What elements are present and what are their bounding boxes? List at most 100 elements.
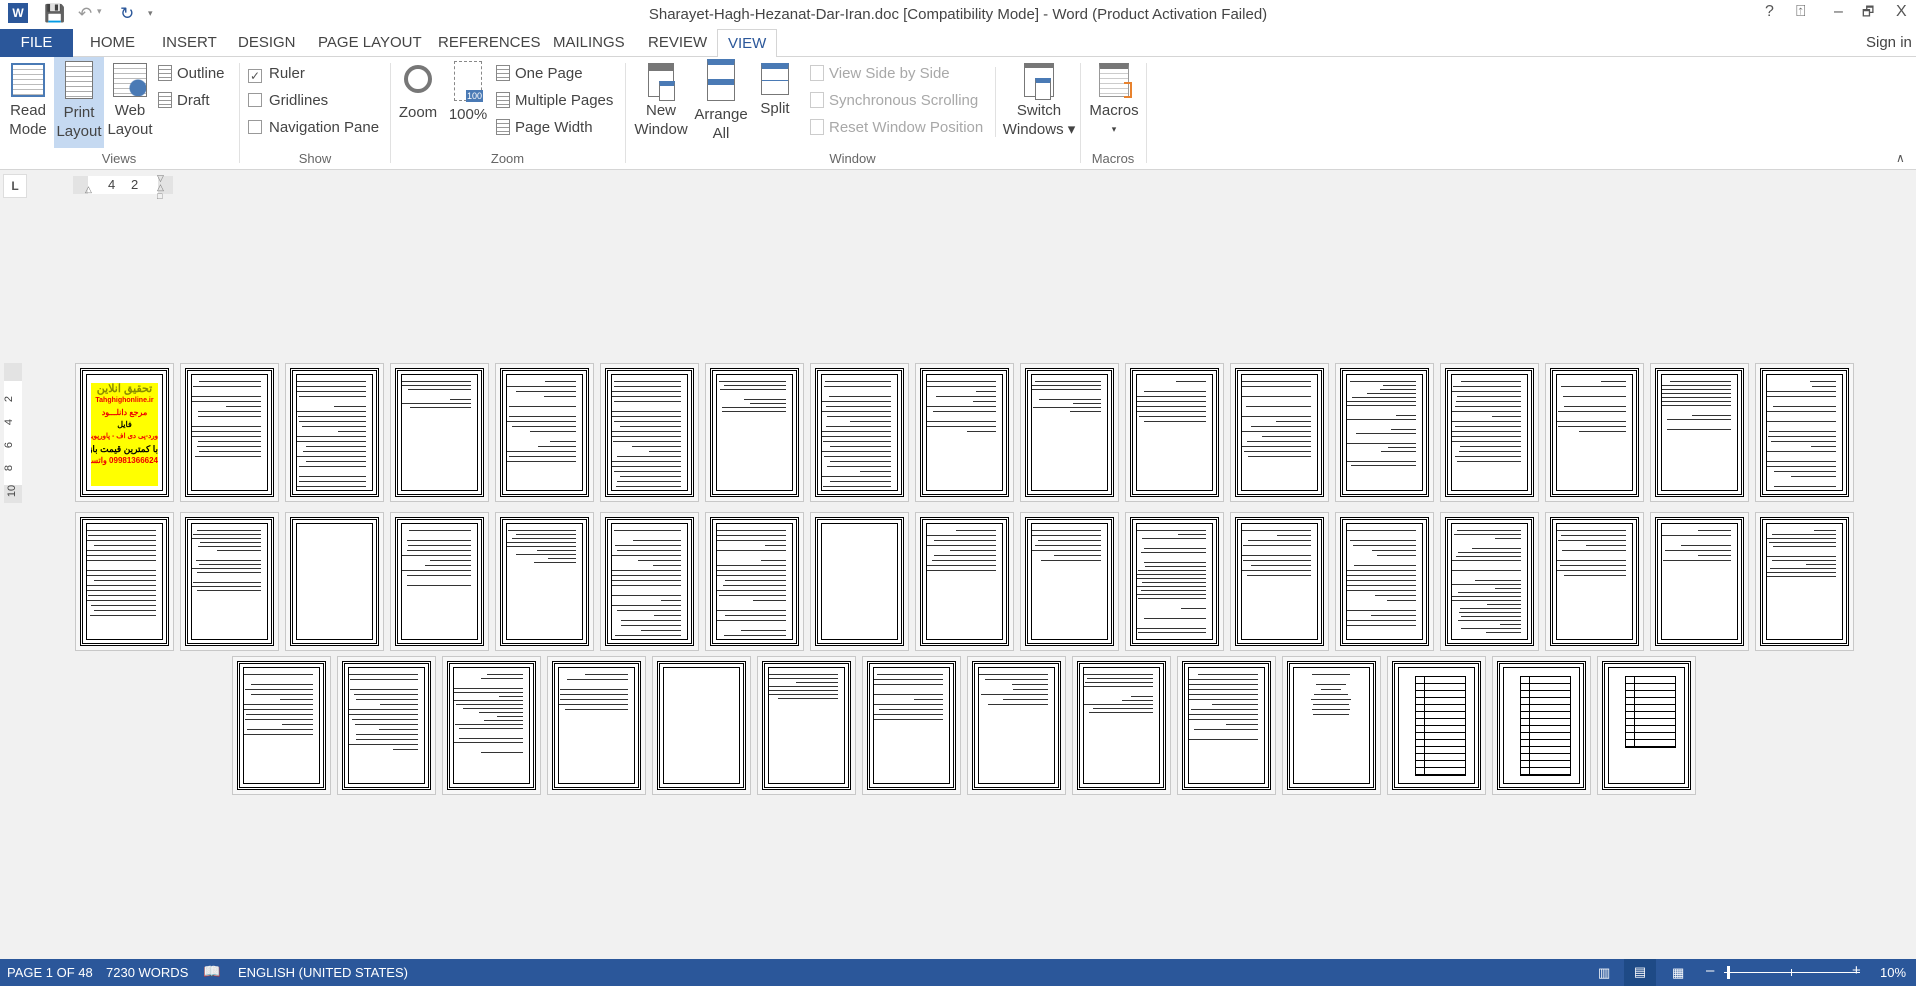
split-button[interactable]: Split	[752, 57, 798, 118]
read-mode-button[interactable]: Read Mode	[4, 57, 52, 139]
indent-marker-icon[interactable]: ▽ △ □	[157, 174, 164, 201]
page-thumbnail[interactable]	[1177, 656, 1276, 795]
page-thumbnail[interactable]	[1282, 656, 1381, 795]
page-thumbnail[interactable]	[810, 512, 909, 651]
tab-insert[interactable]: INSERT	[152, 29, 227, 57]
page-thumbnail[interactable]	[1440, 363, 1539, 502]
zoom-100-button[interactable]: 100 100%	[446, 57, 490, 124]
page-thumbnail[interactable]	[1125, 512, 1224, 651]
read-mode-view-icon[interactable]: ▥	[1598, 965, 1610, 981]
tab-selector-button[interactable]: L	[3, 174, 27, 198]
zoom-out-button[interactable]: –	[1706, 962, 1714, 979]
page-thumbnail[interactable]	[1020, 512, 1119, 651]
page-thumbnail[interactable]	[337, 656, 436, 795]
web-layout-button[interactable]: Web Layout	[106, 57, 154, 139]
navigation-pane-checkbox[interactable]: Navigation Pane	[248, 117, 379, 139]
tab-page-layout[interactable]: PAGE LAYOUT	[308, 29, 432, 57]
zoom-in-button[interactable]: +	[1852, 962, 1861, 979]
macros-button[interactable]: Macros ▾	[1084, 57, 1144, 139]
page-thumbnail[interactable]	[915, 363, 1014, 502]
new-window-button[interactable]: New Window	[630, 57, 692, 139]
vertical-ruler[interactable]: 2 4 6 8 10	[3, 363, 22, 503]
page-thumbnail[interactable]	[600, 512, 699, 651]
page-thumbnail[interactable]	[75, 512, 174, 651]
page-thumbnail[interactable]	[1230, 363, 1329, 502]
one-page-button[interactable]: One Page	[496, 63, 583, 85]
page-thumbnail[interactable]	[495, 512, 594, 651]
synchronous-scrolling-button[interactable]: Synchronous Scrolling	[810, 90, 978, 112]
page-width-button[interactable]: Page Width	[496, 117, 593, 139]
page-thumbnail[interactable]: تحقیق آنلاین Tahghighonline.ir مرجع دانلــ…	[75, 363, 174, 502]
tab-references[interactable]: REFERENCES	[428, 29, 551, 57]
outline-button[interactable]: Outline	[158, 63, 225, 85]
minimize-icon[interactable]: –	[1834, 3, 1843, 21]
page-thumbnail[interactable]	[1545, 363, 1644, 502]
page-thumbnail[interactable]	[390, 512, 489, 651]
page-thumbnail[interactable]	[1335, 363, 1434, 502]
page-thumbnail[interactable]	[810, 363, 909, 502]
page-thumbnail[interactable]	[862, 656, 961, 795]
page-thumbnail[interactable]	[1650, 512, 1749, 651]
reset-window-position-button[interactable]: Reset Window Position	[810, 117, 983, 139]
page-thumbnail[interactable]	[757, 656, 856, 795]
page-thumbnail[interactable]	[442, 656, 541, 795]
page-thumbnail[interactable]	[232, 656, 331, 795]
draft-button[interactable]: Draft	[158, 90, 210, 112]
tab-review[interactable]: REVIEW	[638, 29, 717, 57]
page-thumbnail[interactable]	[600, 363, 699, 502]
page-thumbnail[interactable]	[652, 656, 751, 795]
page-thumbnail[interactable]	[180, 512, 279, 651]
page-thumbnail[interactable]	[705, 512, 804, 651]
proofing-icon[interactable]: 📖	[203, 963, 220, 980]
sign-in-link[interactable]: Sign in	[1866, 29, 1912, 57]
page-thumbnail[interactable]	[285, 363, 384, 502]
web-layout-view-icon[interactable]: ▦	[1672, 965, 1684, 981]
page-thumbnail[interactable]	[1755, 363, 1854, 502]
page-thumbnail[interactable]	[1755, 512, 1854, 651]
page-thumbnail[interactable]	[180, 363, 279, 502]
zoom-slider[interactable]	[1724, 966, 1860, 979]
zoom-level[interactable]: 10%	[1880, 965, 1906, 980]
print-layout-view-icon[interactable]: ▤	[1624, 959, 1656, 986]
document-area[interactable]: 2 4 6 8 10 تحقیق آنلاین Tahghighonline.ir مرجع…	[0, 202, 1916, 959]
page-thumbnail[interactable]	[1387, 656, 1486, 795]
arrange-all-button[interactable]: Arrange All	[692, 57, 750, 143]
page-thumbnail[interactable]	[1072, 656, 1171, 795]
tab-file[interactable]: FILE	[0, 29, 73, 57]
switch-windows-button[interactable]: Switch Windows ▾	[1000, 57, 1078, 139]
page-thumbnail[interactable]	[547, 656, 646, 795]
tab-view[interactable]: VIEW	[717, 29, 778, 58]
word-count[interactable]: 7230 WORDS	[106, 965, 188, 980]
horizontal-ruler[interactable]: 4 2 △ ▽ △ □	[73, 174, 173, 201]
page-thumbnail[interactable]	[967, 656, 1066, 795]
close-icon[interactable]: X	[1896, 3, 1907, 21]
page-thumbnail[interactable]	[915, 512, 1014, 651]
page-thumbnail[interactable]	[1125, 363, 1224, 502]
page-thumbnail[interactable]	[1230, 512, 1329, 651]
page-thumbnail[interactable]	[1440, 512, 1539, 651]
maximize-icon[interactable]: 🗗	[1862, 3, 1874, 25]
page-thumbnail[interactable]	[1335, 512, 1434, 651]
indent-marker-icon[interactable]: △	[85, 184, 92, 195]
help-icon[interactable]: ?	[1765, 3, 1774, 21]
tab-home[interactable]: HOME	[80, 29, 145, 57]
page-thumbnail[interactable]	[390, 363, 489, 502]
page-thumbnail[interactable]	[705, 363, 804, 502]
page-thumbnail[interactable]	[1597, 656, 1696, 795]
page-thumbnail[interactable]	[285, 512, 384, 651]
zoom-button[interactable]: Zoom	[394, 57, 442, 122]
page-thumbnail[interactable]	[495, 363, 594, 502]
multiple-pages-button[interactable]: Multiple Pages	[496, 90, 613, 112]
collapse-ribbon-icon[interactable]: ∧	[1896, 151, 1905, 165]
language[interactable]: ENGLISH (UNITED STATES)	[238, 965, 408, 980]
view-side-by-side-button[interactable]: View Side by Side	[810, 63, 950, 85]
page-count[interactable]: PAGE 1 OF 48	[7, 965, 93, 980]
page-thumbnail[interactable]	[1492, 656, 1591, 795]
page-thumbnail[interactable]	[1020, 363, 1119, 502]
print-layout-button[interactable]: Print Layout	[54, 57, 104, 148]
zoom-slider-thumb[interactable]	[1727, 966, 1730, 979]
tab-mailings[interactable]: MAILINGS	[543, 29, 635, 57]
tab-design[interactable]: DESIGN	[228, 29, 306, 57]
ribbon-display-options-icon[interactable]: ⍐	[1796, 3, 1806, 21]
gridlines-checkbox[interactable]: Gridlines	[248, 90, 328, 112]
